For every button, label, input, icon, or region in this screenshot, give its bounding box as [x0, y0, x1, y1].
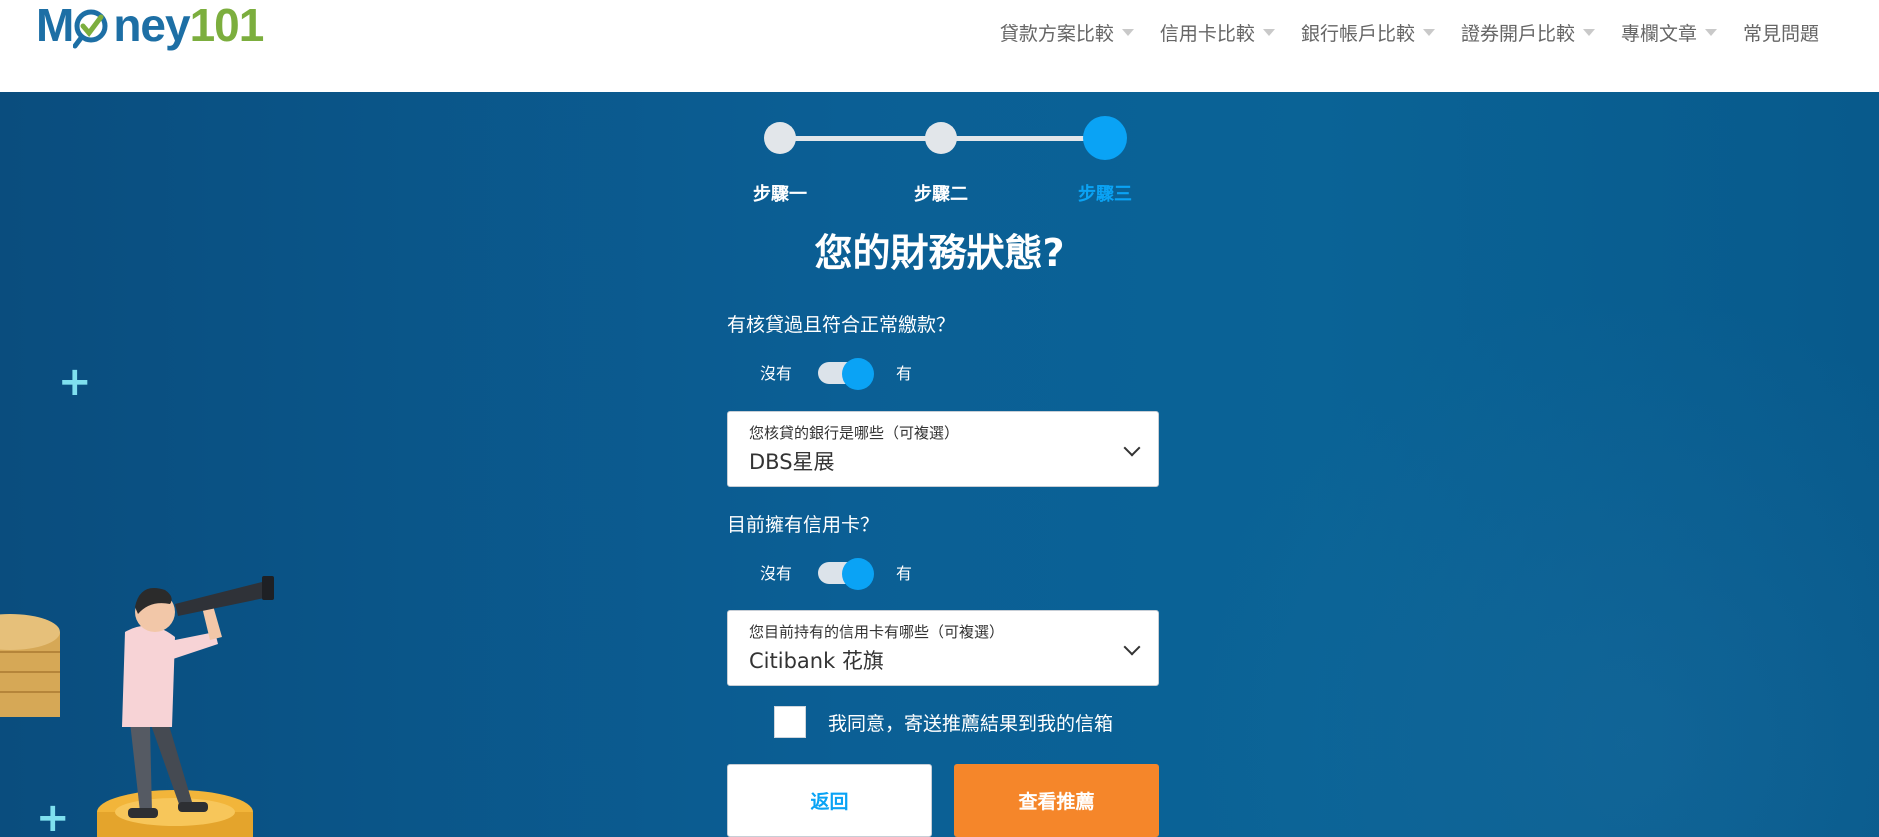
nav-label: 銀行帳戶比較: [1300, 22, 1415, 45]
select-label: 您目前持有的信用卡有哪些（可複選）: [749, 623, 1005, 641]
main-nav: 貸款方案比較 信用卡比較 銀行帳戶比較 證券開戶比較 專欄文章 常見問題: [974, 18, 1819, 46]
site-header: M ney 101 貸款方案比較 信用卡比較 銀行帳戶比較 證券開戶比較 專欄文…: [0, 0, 1879, 92]
question-loan-history: 有核貸過且符合正常繳款？: [727, 314, 956, 336]
step-3-dot: [1083, 116, 1127, 160]
page-title: 您的財務狀態?: [814, 231, 1065, 275]
toggle-on-label: 有: [896, 364, 913, 383]
chevron-down-icon: [1123, 439, 1141, 457]
back-button[interactable]: 返回: [727, 764, 932, 837]
progress-stepper: 步驟一 步驟二 步驟三: [750, 114, 1140, 224]
select-label: 您核貸的銀行是哪些（可複選）: [749, 424, 960, 442]
step-1-dot: [764, 122, 796, 154]
view-recommendations-button[interactable]: 查看推薦: [954, 764, 1159, 837]
nav-securities-compare[interactable]: 證券開戶比較: [1461, 18, 1595, 46]
email-consent-label: 我同意，寄送推薦結果到我的信箱: [828, 712, 1114, 735]
telescope-person-illustration: [0, 512, 300, 837]
loan-bank-select[interactable]: 您核貸的銀行是哪些（可複選） DBS星展: [727, 411, 1159, 487]
credit-card-toggle[interactable]: [818, 558, 875, 590]
nav-label: 專欄文章: [1620, 22, 1697, 45]
caret-down-icon: [1704, 28, 1717, 36]
question-credit-card: 目前擁有信用卡？: [727, 514, 880, 536]
caret-down-icon: [1582, 28, 1595, 36]
select-value: Citibank 花旗: [749, 649, 884, 673]
credit-card-select[interactable]: 您目前持有的信用卡有哪些（可複選） Citibank 花旗: [727, 610, 1159, 686]
loan-history-toggle[interactable]: [818, 358, 875, 390]
step-connector: [940, 136, 1100, 141]
nav-bank-account-compare[interactable]: 銀行帳戶比較: [1301, 18, 1435, 46]
step-3-label: 步驟三: [1078, 184, 1132, 205]
caret-down-icon: [1422, 28, 1435, 36]
money101-logo[interactable]: M ney 101: [36, 0, 265, 60]
email-consent-row: 我同意，寄送推薦結果到我的信箱: [774, 706, 1113, 738]
form-section: + + 步驟一 步驟二 步驟三 您的財務狀態? 有核貸過且符合正常繳款？ 沒有 …: [0, 92, 1879, 837]
credit-card-toggle-row: 沒有 有: [760, 558, 913, 590]
step-1-label: 步驟一: [753, 184, 807, 205]
caret-down-icon: [1262, 28, 1275, 36]
nav-label: 證券開戶比較: [1460, 22, 1575, 45]
nav-loan-compare[interactable]: 貸款方案比較: [1000, 18, 1134, 46]
toggle-off-label: 沒有: [760, 364, 793, 383]
loan-history-toggle-row: 沒有 有: [760, 358, 913, 390]
nav-credit-card-compare[interactable]: 信用卡比較: [1160, 18, 1275, 46]
step-2-dot: [925, 122, 957, 154]
logo-suffix: ney: [113, 0, 190, 51]
nav-faq[interactable]: 常見問題: [1743, 18, 1819, 46]
step-2-label: 步驟二: [914, 184, 968, 205]
toggle-knob: [842, 358, 875, 390]
logo-number: 101: [189, 0, 265, 51]
nav-label: 常見問題: [1742, 22, 1819, 45]
toggle-knob: [842, 558, 875, 590]
nav-articles[interactable]: 專欄文章: [1621, 18, 1717, 46]
step-connector: [780, 136, 940, 141]
magnifier-check-icon: [73, 0, 113, 49]
nav-label: 信用卡比較: [1159, 22, 1255, 45]
logo-prefix: M: [36, 0, 74, 51]
email-consent-checkbox[interactable]: [774, 706, 806, 738]
nav-label: 貸款方案比較: [999, 22, 1114, 45]
caret-down-icon: [1121, 28, 1134, 36]
toggle-on-label: 有: [896, 564, 913, 583]
toggle-off-label: 沒有: [760, 564, 793, 583]
plus-decoration-icon: +: [58, 359, 92, 405]
chevron-down-icon: [1123, 638, 1141, 656]
select-value: DBS星展: [749, 450, 835, 474]
logo-text: M ney: [36, 0, 191, 51]
